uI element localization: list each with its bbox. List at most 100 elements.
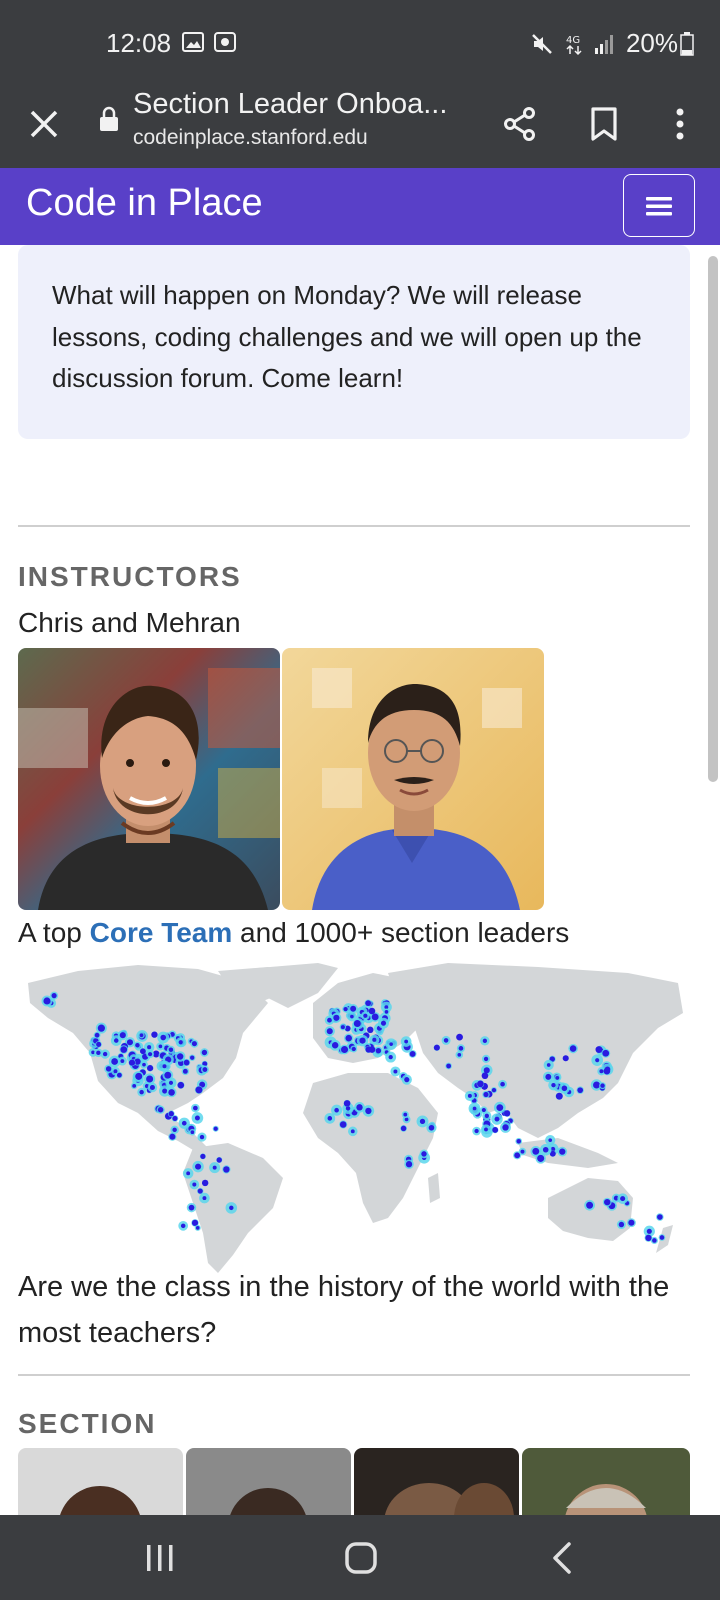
map-dot: [172, 1127, 177, 1133]
map-dot: [481, 1072, 489, 1080]
map-dot: [659, 1235, 665, 1240]
map-dot: [178, 1040, 183, 1045]
map-dot: [177, 1081, 185, 1089]
map-dot: [119, 1032, 126, 1039]
4g-icon: 4G: [566, 35, 582, 55]
map-dot: [333, 1014, 340, 1021]
map-dot: [96, 1041, 102, 1047]
map-dot: [353, 1020, 361, 1027]
map-dot: [384, 1010, 389, 1014]
map-dot: [113, 1038, 119, 1043]
map-dot: [569, 1045, 577, 1052]
map-dot: [393, 1069, 398, 1074]
home-icon: [345, 1542, 377, 1574]
more-menu-button[interactable]: [652, 96, 708, 152]
divider: [18, 1374, 690, 1376]
map-dot: [197, 1188, 203, 1194]
map-dot: [457, 1053, 462, 1057]
map-dot: [147, 1065, 154, 1072]
page-content[interactable]: What will happen on Monday? We will rele…: [0, 245, 706, 1515]
map-dot: [139, 1089, 144, 1095]
map-dot: [151, 1031, 158, 1038]
map-dot: [181, 1120, 187, 1126]
map-dot: [229, 1205, 234, 1211]
page-title[interactable]: Section Leader Onboa...: [133, 88, 463, 121]
close-icon[interactable]: [24, 104, 64, 144]
instructor-photo-chris: [18, 648, 280, 910]
map-dot: [116, 1072, 122, 1078]
section-leaders-world-map: [18, 963, 690, 1275]
battery-icon: [680, 31, 694, 56]
map-dot: [94, 1032, 100, 1038]
core-team-link[interactable]: Core Team: [90, 917, 233, 948]
map-dot: [201, 1179, 209, 1187]
recent-apps-icon: [147, 1545, 173, 1571]
section-photo-2: [186, 1448, 351, 1515]
map-dot: [458, 1046, 464, 1051]
map-dot: [602, 1049, 610, 1057]
team-line-suffix: and 1000+ section leaders: [232, 917, 570, 948]
map-dot: [388, 1054, 393, 1060]
map-dot: [97, 1024, 105, 1032]
map-dot: [195, 1226, 200, 1230]
status-time: 12:08: [106, 28, 172, 58]
map-dot: [182, 1068, 188, 1074]
map-dot: [467, 1093, 472, 1098]
bookmark-button[interactable]: [576, 96, 632, 152]
map-dot: [384, 1005, 389, 1010]
more-icon: [676, 108, 684, 140]
map-dot: [111, 1058, 118, 1065]
map-dot: [375, 1047, 382, 1054]
map-dot: [365, 1107, 372, 1115]
mute-icon: [532, 33, 552, 54]
page-url[interactable]: codeinplace.stanford.edu: [133, 126, 368, 150]
map-dot: [532, 1147, 540, 1155]
map-dot: [496, 1104, 504, 1111]
map-dot: [172, 1115, 178, 1122]
map-dot: [363, 1013, 368, 1018]
map-dot: [652, 1238, 657, 1243]
map-dot: [365, 1000, 372, 1007]
map-dot: [491, 1087, 497, 1093]
announcement-callout: What will happen on Monday? We will rele…: [18, 245, 690, 439]
site-header: Code in Place: [0, 168, 720, 245]
map-dot: [334, 1107, 339, 1113]
page-scrollbar[interactable]: [708, 256, 718, 782]
image-icon: [182, 32, 204, 52]
map-dot: [51, 993, 57, 999]
map-dot: [604, 1198, 611, 1206]
site-menu-button[interactable]: [623, 174, 695, 237]
map-dot: [500, 1081, 505, 1087]
map-dot: [193, 1105, 198, 1111]
map-dot: [586, 1201, 594, 1209]
map-dot: [405, 1161, 413, 1168]
map-dot: [216, 1157, 222, 1163]
home-button[interactable]: [331, 1533, 391, 1583]
map-dot: [148, 1052, 153, 1057]
map-dot: [359, 1037, 366, 1044]
map-dot: [484, 1127, 488, 1132]
map-dot: [113, 1069, 118, 1074]
section-photo-3: [354, 1448, 519, 1515]
map-dot: [105, 1066, 112, 1072]
map-dot: [484, 1113, 489, 1118]
recent-apps-button[interactable]: [130, 1533, 190, 1583]
map-dot: [593, 1081, 601, 1089]
map-dot: [548, 1138, 553, 1142]
map-dot: [600, 1083, 605, 1088]
bookmark-icon: [591, 107, 617, 141]
teachers-question: Are we the class in the history of the w…: [18, 1271, 670, 1349]
back-button[interactable]: [532, 1533, 592, 1583]
map-dot: [371, 1013, 379, 1021]
map-dot: [142, 1062, 146, 1067]
status-bar: 12:08 4G 20%: [0, 0, 720, 88]
share-button[interactable]: [492, 96, 548, 152]
map-dot: [212, 1165, 217, 1170]
site-brand[interactable]: Code in Place: [26, 182, 263, 225]
map-dot: [356, 1104, 363, 1111]
map-dot: [162, 1064, 167, 1069]
map-dot: [195, 1163, 202, 1170]
instructors-names: Chris and Mehran: [18, 607, 241, 638]
lock-icon: [100, 106, 118, 131]
section-photo-4: [522, 1448, 690, 1515]
